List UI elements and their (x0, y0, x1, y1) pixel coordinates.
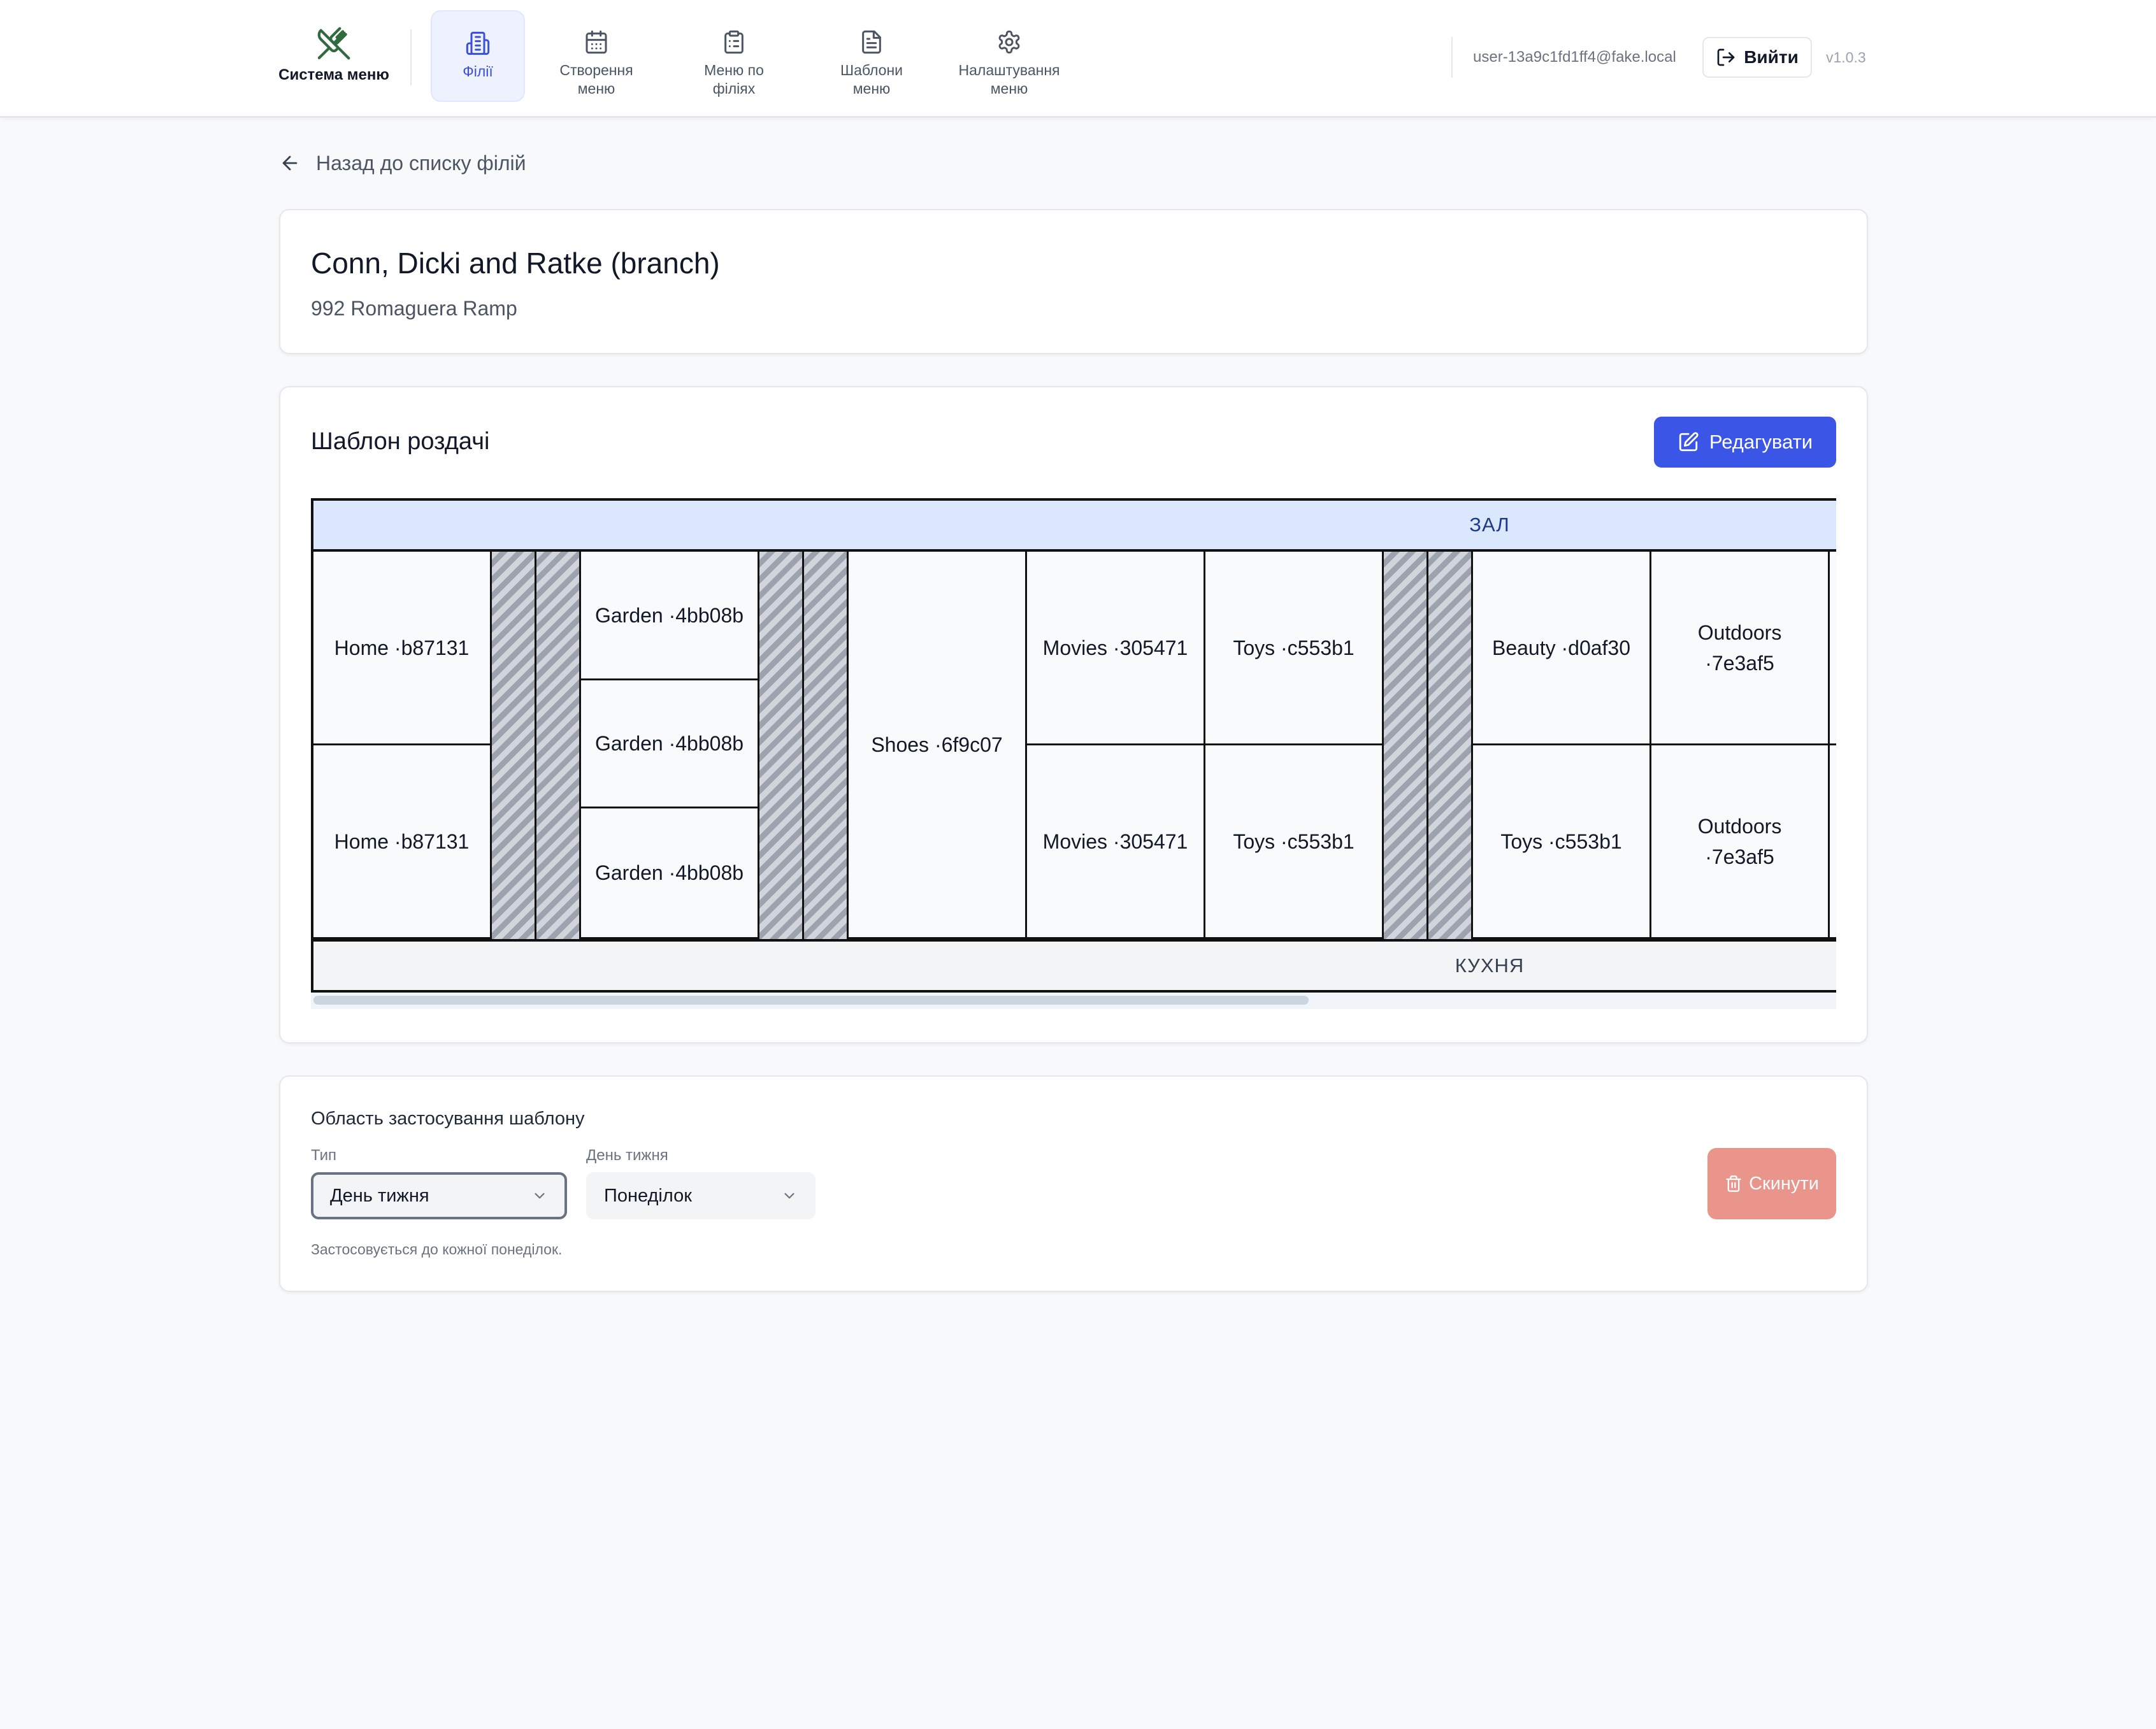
header-divider (410, 29, 412, 85)
kitchen-label: КУХНЯ (1455, 954, 1525, 977)
grid-cell-partial[interactable] (1830, 552, 1836, 745)
logout-button[interactable]: Вийти (1702, 37, 1812, 78)
type-select-value: День тижня (330, 1185, 429, 1206)
edit-button-label: Редагувати (1709, 431, 1813, 453)
header-divider-right (1451, 37, 1453, 78)
scope-hint: Застосовується до кожної понеділок. (311, 1241, 563, 1258)
grid-cell[interactable]: Toys ·c553b1 (1205, 552, 1384, 745)
building-icon (466, 31, 490, 55)
user-email: user-13a9c1fd1ff4@fake.local (1473, 48, 1676, 66)
grid-cell[interactable]: Outdoors ·7e3af5 (1651, 552, 1830, 745)
app-version: v1.0.3 (1826, 49, 1866, 66)
app-header: Система меню Філії Створення меню Меню п… (0, 0, 2156, 118)
chevron-down-icon (784, 1193, 794, 1199)
edit-button[interactable]: Редагувати (1654, 417, 1836, 468)
aisle-gap (1384, 552, 1428, 939)
grid-cell[interactable]: Toys ·c553b1 (1205, 745, 1384, 939)
nav-label-menu-templates: Шаблони меню (840, 62, 903, 97)
branch-name: Conn, Dicki and Ratke (branch) (311, 247, 720, 280)
horizontal-scrollbar[interactable] (311, 993, 1836, 1009)
grid-cell-partial[interactable] (1830, 745, 1836, 939)
grid-cell[interactable]: Home ·b87131 (313, 552, 492, 745)
hall-label: ЗАЛ (1469, 513, 1510, 536)
template-grid: ЗАЛ Home ·b87131 Home ·b87131 Garden ·4b… (311, 498, 1836, 993)
scrollbar-thumb[interactable] (313, 996, 1309, 1005)
template-scope-card: Область застосування шаблону Тип День ти… (279, 1075, 1868, 1292)
brand-logo[interactable]: Система меню (274, 25, 394, 96)
grid-cell[interactable]: Shoes ·6f9c07 (849, 552, 1027, 939)
nav-label-create-menu: Створення меню (559, 62, 633, 97)
file-text-icon (862, 30, 881, 54)
aisle-gap (1428, 552, 1473, 939)
template-grid-viewport[interactable]: ЗАЛ Home ·b87131 Home ·b87131 Garden ·4b… (311, 498, 1836, 1012)
nav-item-create-menu[interactable]: Створення меню (545, 10, 647, 102)
hall-zone: ЗАЛ (313, 501, 1836, 552)
logout-label: Вийти (1744, 47, 1799, 67)
aisle-gap (492, 552, 536, 939)
back-to-branches-link[interactable]: Назад до списку філій (279, 150, 526, 176)
weekday-select[interactable]: Понеділок (586, 1172, 816, 1219)
kitchen-zone: КУХНЯ (313, 939, 1836, 990)
arrow-left-icon (282, 155, 298, 171)
grid-cell[interactable]: Movies ·305471 (1027, 552, 1205, 745)
gear-icon (998, 30, 1020, 54)
branch-info-card: Conn, Dicki and Ratke (branch) 992 Romag… (279, 209, 1868, 354)
weekday-select-value: Понеділок (604, 1185, 692, 1206)
nav-label-branches: Філії (463, 63, 493, 80)
grid-cell[interactable]: Beauty ·d0af30 (1473, 552, 1651, 745)
type-field-label: Тип (311, 1147, 337, 1164)
nav-item-menu-templates[interactable]: Шаблони меню (821, 10, 923, 102)
branch-address: 992 Romaguera Ramp (311, 297, 517, 320)
calendar-icon (586, 30, 607, 54)
template-title: Шаблон роздачі (311, 428, 490, 455)
day-field-label: День тижня (586, 1147, 668, 1164)
grid-cell[interactable]: Garden ·4bb08b (581, 680, 759, 808)
chevron-down-icon (535, 1193, 545, 1199)
aisle-gap (804, 552, 849, 939)
nav-item-branch-menus[interactable]: Меню по філіях (683, 10, 785, 102)
nav-item-branches[interactable]: Філії (431, 10, 525, 102)
aisle-gap (536, 552, 581, 939)
serving-template-card: Шаблон роздачі Редагувати ЗАЛ Home ·b871… (279, 386, 1868, 1044)
brand-name: Система меню (278, 66, 389, 83)
grid-cell[interactable]: Movies ·305471 (1027, 745, 1205, 939)
reset-button-label: Скинути (1749, 1173, 1819, 1194)
clipboard-list-icon (724, 30, 744, 54)
grid-cell[interactable]: Home ·b87131 (313, 745, 492, 939)
aisle-gap (759, 552, 804, 939)
back-link-label: Назад до списку філій (316, 151, 526, 175)
nav-label-menu-settings: Налаштування меню (958, 62, 1060, 97)
grid-cell[interactable]: Outdoors ·7e3af5 (1651, 745, 1830, 939)
utensils-crossed-icon (317, 27, 350, 60)
nav-item-menu-settings[interactable]: Налаштування меню (945, 10, 1073, 102)
nav-label-branch-menus: Меню по філіях (704, 62, 764, 97)
log-out-icon (1717, 48, 1735, 66)
type-select[interactable]: День тижня (311, 1172, 567, 1219)
edit-icon (1679, 432, 1699, 452)
grid-cell[interactable]: Garden ·4bb08b (581, 808, 759, 939)
trash-icon (1726, 1175, 1741, 1192)
scope-title: Область застосування шаблону (311, 1108, 585, 1129)
grid-cell[interactable]: Garden ·4bb08b (581, 552, 759, 680)
reset-button[interactable]: Скинути (1707, 1148, 1836, 1219)
grid-cell[interactable]: Toys ·c553b1 (1473, 745, 1651, 939)
